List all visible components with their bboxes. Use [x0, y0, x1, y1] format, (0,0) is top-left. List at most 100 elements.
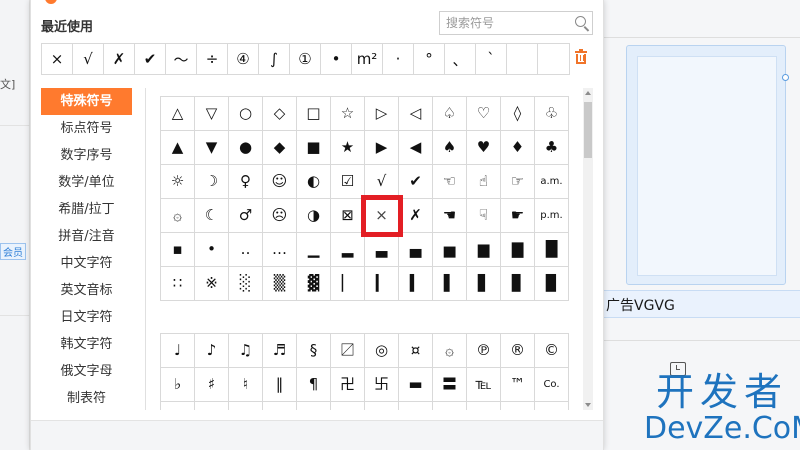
symbol-cell[interactable]: ∷ — [161, 267, 195, 301]
category-item[interactable]: 俄文字母 — [41, 358, 132, 385]
symbol-cell[interactable]: ♫ — [229, 334, 263, 368]
scroll-up-icon[interactable] — [585, 91, 591, 95]
recent-symbol[interactable]: • — [321, 44, 352, 74]
symbol-cell[interactable]: ® — [501, 334, 535, 368]
ad-banner[interactable]: 广告VGVG — [604, 290, 800, 318]
symbol-cell[interactable]: ▆ — [467, 233, 501, 267]
trash-icon[interactable] — [575, 49, 587, 64]
symbol-cell[interactable]: ▲ — [161, 131, 195, 165]
category-item[interactable]: 数学/单位 — [41, 169, 132, 196]
symbol-cell[interactable]: © — [535, 334, 569, 368]
symbol-cell[interactable]: ‥ — [229, 233, 263, 267]
symbol-cell[interactable]: ◆ — [263, 131, 297, 165]
symbol-cell[interactable]: √ — [365, 165, 399, 199]
symbol-cell[interactable] — [297, 402, 331, 410]
recent-symbol[interactable]: ④ — [228, 44, 259, 74]
recent-symbol[interactable]: ° — [414, 44, 445, 74]
symbol-cell[interactable]: ™ — [501, 368, 535, 402]
symbol-cell[interactable]: ✗ — [399, 199, 433, 233]
symbol-cell[interactable]: ● — [229, 131, 263, 165]
symbol-cell[interactable]: … — [263, 233, 297, 267]
symbol-cell[interactable]: ▁ — [297, 233, 331, 267]
symbol-cell[interactable] — [331, 402, 365, 410]
recent-symbol[interactable]: ÷ — [197, 44, 228, 74]
symbol-cell[interactable] — [161, 402, 195, 410]
symbol-cell[interactable]: ※ — [195, 267, 229, 301]
recent-symbol[interactable]: ～ — [166, 44, 197, 74]
symbol-cell[interactable]: ☜ — [433, 165, 467, 199]
symbol-cell[interactable] — [263, 402, 297, 410]
search-input[interactable] — [440, 12, 564, 34]
symbol-panel-scrollbar[interactable] — [583, 88, 593, 410]
symbol-cell[interactable]: ℗ — [467, 334, 501, 368]
symbol-cell[interactable] — [195, 402, 229, 410]
symbol-cell[interactable]: ▅ — [433, 233, 467, 267]
category-item[interactable]: 特殊符号 — [41, 88, 132, 115]
symbol-cell[interactable]: ▋ — [467, 267, 501, 301]
symbol-cell[interactable]: ♩ — [161, 334, 195, 368]
category-item[interactable]: 韩文字符 — [41, 331, 132, 358]
recent-symbol[interactable] — [538, 44, 569, 74]
symbol-cell[interactable]: ▎ — [365, 267, 399, 301]
symbol-cell[interactable]: ▃ — [365, 233, 399, 267]
symbol-cell[interactable]: ♮ — [229, 368, 263, 402]
category-item[interactable]: 数字序号 — [41, 142, 132, 169]
symbol-cell[interactable]: ◇ — [263, 97, 297, 131]
symbol-cell[interactable]: ♂ — [229, 199, 263, 233]
symbol-cell[interactable]: ♡ — [467, 97, 501, 131]
symbol-cell[interactable]: ۞ — [161, 199, 195, 233]
recent-symbol[interactable]: ✔ — [135, 44, 166, 74]
symbol-cell[interactable]: ▒ — [263, 267, 297, 301]
symbol-cell[interactable]: ♭ — [161, 368, 195, 402]
symbol-cell[interactable]: ♀ — [229, 165, 263, 199]
symbol-cell[interactable]: ¤ — [399, 334, 433, 368]
recent-symbol[interactable]: × — [42, 44, 73, 74]
search-icon[interactable] — [575, 16, 586, 27]
symbol-cell[interactable]: ▄ — [399, 233, 433, 267]
symbol-cell[interactable]: ▷ — [365, 97, 399, 131]
symbol-cell[interactable]: ☞ — [501, 165, 535, 199]
symbol-search-box[interactable] — [439, 11, 593, 35]
category-item[interactable]: 拼音/注音 — [41, 223, 132, 250]
symbol-cell[interactable] — [399, 402, 433, 410]
symbol-cell[interactable]: ♪ — [195, 334, 229, 368]
symbol-cell[interactable]: ☑ — [331, 165, 365, 199]
symbol-cell[interactable]: ☽ — [195, 165, 229, 199]
symbol-cell[interactable]: ▌ — [433, 267, 467, 301]
symbol-cell[interactable]: ▊ — [501, 267, 535, 301]
symbol-cell[interactable] — [365, 402, 399, 410]
symbol-cell[interactable]: • — [195, 233, 229, 267]
symbol-cell[interactable]: ▼ — [195, 131, 229, 165]
symbol-cell[interactable]: ☹ — [263, 199, 297, 233]
symbol-cell[interactable]: ♠ — [433, 131, 467, 165]
symbol-cell[interactable]: ◀ — [399, 131, 433, 165]
symbol-cell[interactable] — [229, 402, 263, 410]
symbol-cell[interactable]: ▇ — [501, 233, 535, 267]
symbol-cell[interactable]: ◐ — [297, 165, 331, 199]
symbol-cell[interactable]: 〼 — [331, 334, 365, 368]
recent-symbol[interactable] — [507, 44, 538, 74]
symbol-cell[interactable]: ✔ — [399, 165, 433, 199]
symbol-cell[interactable]: ☝ — [467, 165, 501, 199]
scrollbar-thumb[interactable] — [584, 102, 592, 158]
recent-symbol[interactable]: · — [383, 44, 414, 74]
symbol-cell[interactable]: ▪ — [161, 233, 195, 267]
symbol-cell[interactable]: p.m. — [535, 199, 569, 233]
category-item[interactable]: 制表符 — [41, 385, 132, 412]
symbol-cell[interactable]: ℡ — [467, 368, 501, 402]
symbol-cell[interactable]: § — [297, 334, 331, 368]
symbol-cell[interactable]: ▏ — [331, 267, 365, 301]
symbol-cell[interactable]: █ — [535, 233, 569, 267]
symbol-cell[interactable]: ▍ — [399, 267, 433, 301]
symbol-cell[interactable]: ☟ — [467, 199, 501, 233]
symbol-cell[interactable]: ░ — [229, 267, 263, 301]
recent-symbol[interactable]: √ — [73, 44, 104, 74]
symbol-cell[interactable] — [501, 402, 535, 410]
symbol-cell[interactable]: ♧ — [535, 97, 569, 131]
symbol-cell[interactable]: ○ — [229, 97, 263, 131]
category-item[interactable]: 标点符号 — [41, 115, 132, 142]
category-item[interactable]: 中文字符 — [41, 250, 132, 277]
symbol-cell[interactable]: 卍 — [331, 368, 365, 402]
symbol-cell[interactable]: ▬ — [399, 368, 433, 402]
symbol-cell[interactable]: △ — [161, 97, 195, 131]
